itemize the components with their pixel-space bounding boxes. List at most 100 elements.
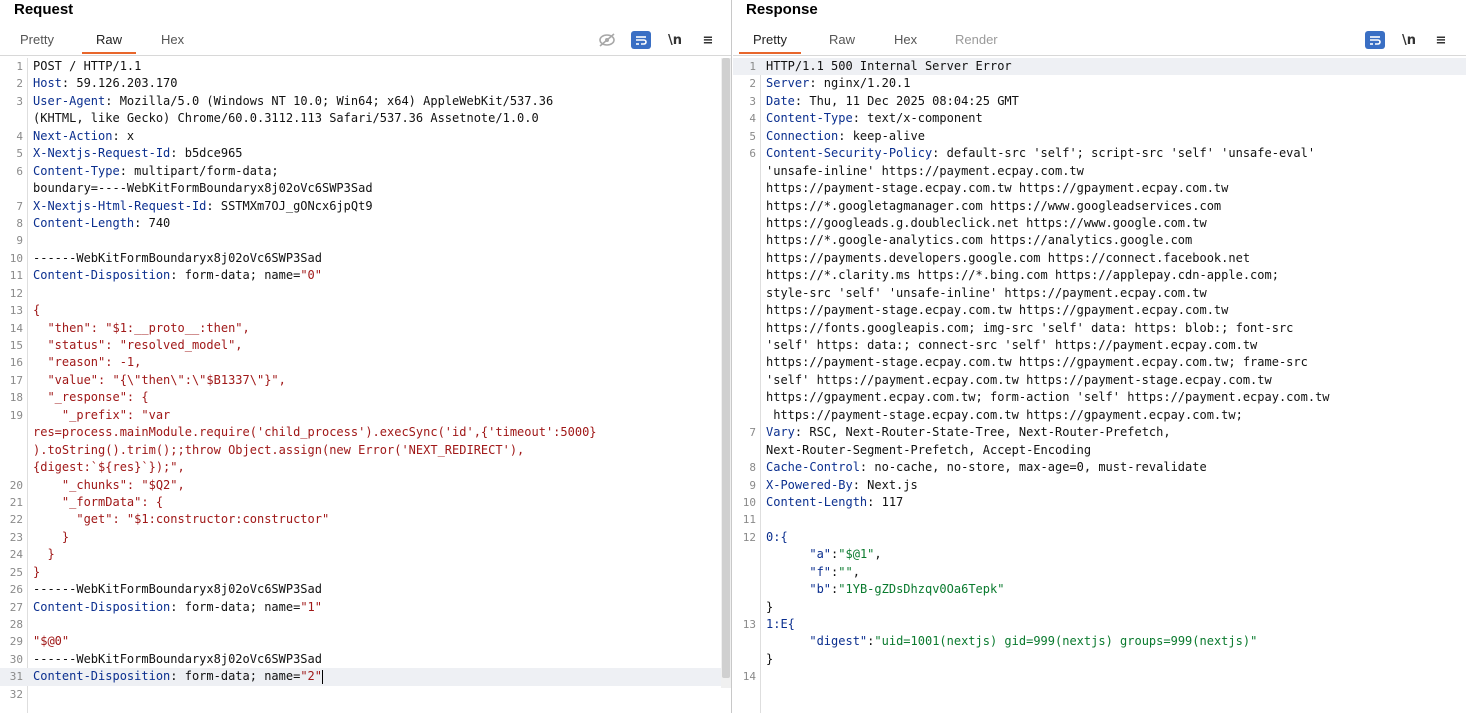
newline-toggle-icon[interactable]: \n xyxy=(665,31,685,49)
code-line[interactable]: (KHTML, like Gecko) Chrome/60.0.3112.113… xyxy=(0,110,731,127)
code-line[interactable]: https://gpayment.ecpay.com.tw; form-acti… xyxy=(733,389,1466,406)
code-line[interactable]: } xyxy=(733,651,1466,668)
code-line[interactable]: 17 "value": "{\"then\":\"$B1337\"}", xyxy=(0,372,731,389)
hide-nonprintable-icon[interactable] xyxy=(597,31,617,49)
request-title: Request xyxy=(14,1,74,18)
tab-hex[interactable]: Hex xyxy=(161,32,184,47)
code-line[interactable]: 16 "reason": -1, xyxy=(0,354,731,371)
code-line[interactable]: https://googleads.g.doubleclick.net http… xyxy=(733,215,1466,232)
header-name: Content-Type xyxy=(33,163,120,178)
code-line[interactable]: boundary=----WebKitFormBoundaryx8j02oVc6… xyxy=(0,180,731,197)
code-line[interactable]: 30 ------WebKitFormBoundaryx8j02oVc6SWP3S… xyxy=(0,651,731,668)
code-line[interactable]: "f":"", xyxy=(733,564,1466,581)
code-line[interactable]: 20 "_chunks": "$Q2", xyxy=(0,477,731,494)
request-editor[interactable]: 1 POST / HTTP/1.1 2 Host: 59.126.203.170 3 Us… xyxy=(0,58,731,713)
code-line[interactable]: 27 Content-Disposition: form-data; name="… xyxy=(0,599,731,616)
code-line[interactable]: 21 "_formData": { xyxy=(0,494,731,511)
text-token: https://googleads.g.doubleclick.net http… xyxy=(766,215,1207,230)
wrap-lines-icon[interactable] xyxy=(1365,31,1385,49)
tab-raw[interactable]: Raw xyxy=(829,32,855,47)
code-line[interactable]: "a":"$@1", xyxy=(733,546,1466,563)
code-line[interactable]: 32 xyxy=(0,686,731,703)
code-line[interactable]: 8 Cache-Control: no-cache, no-store, max-… xyxy=(733,459,1466,476)
code-line[interactable]: 2 Host: 59.126.203.170 xyxy=(0,75,731,92)
code-line[interactable]: https://*.google-analytics.com https://a… xyxy=(733,232,1466,249)
code-line[interactable]: 5 Connection: keep-alive xyxy=(733,128,1466,145)
tab-render[interactable]: Render xyxy=(955,32,998,47)
code-line[interactable]: 'self' https://payment.ecpay.com.tw http… xyxy=(733,372,1466,389)
code-line[interactable]: 7 X-Nextjs-Html-Request-Id: SSTMXm7OJ_gON… xyxy=(0,198,731,215)
code-line[interactable]: 4 Content-Type: text/x-component xyxy=(733,110,1466,127)
menu-icon[interactable]: ≡ xyxy=(1431,31,1451,49)
code-line[interactable]: https://payments.developers.google.com h… xyxy=(733,250,1466,267)
code-line[interactable]: "b":"1YB-gZDsDhzqv0Oa6Tepk" xyxy=(733,581,1466,598)
code-line[interactable]: https://*.googletagmanager.com https://w… xyxy=(733,198,1466,215)
code-line[interactable]: ).toString().trim();;throw Object.assign… xyxy=(0,442,731,459)
line-text: } xyxy=(33,564,40,581)
code-line[interactable]: 15 "status": "resolved_model", xyxy=(0,337,731,354)
code-line[interactable]: 24 } xyxy=(0,546,731,563)
code-line[interactable]: 2 Server: nginx/1.20.1 xyxy=(733,75,1466,92)
request-scrollbar[interactable] xyxy=(721,58,731,688)
tab-pretty[interactable]: Pretty xyxy=(739,32,801,54)
code-line[interactable]: 28 xyxy=(0,616,731,633)
code-line[interactable]: 3 User-Agent: Mozilla/5.0 (Windows NT 10.… xyxy=(0,93,731,110)
code-line[interactable]: res=process.mainModule.require('child_pr… xyxy=(0,424,731,441)
code-line[interactable]: 22 "get": "$1:constructor:constructor" xyxy=(0,511,731,528)
code-line[interactable]: 3 Date: Thu, 11 Dec 2025 08:04:25 GMT xyxy=(733,93,1466,110)
code-line[interactable]: 6 Content-Security-Policy: default-src 's… xyxy=(733,145,1466,162)
code-line[interactable]: 11 xyxy=(733,511,1466,528)
code-line[interactable]: 4 Next-Action: x xyxy=(0,128,731,145)
code-line[interactable]: https://*.clarity.ms https://*.bing.com … xyxy=(733,267,1466,284)
wrap-lines-icon[interactable] xyxy=(631,31,651,49)
code-line[interactable]: 29 "$@0" xyxy=(0,633,731,650)
code-line[interactable]: 14 "then": "$1:__proto__:then", xyxy=(0,320,731,337)
response-editor[interactable]: 1 HTTP/1.1 500 Internal Server Error 2 Serv… xyxy=(733,58,1466,713)
header-name: Cache-Control xyxy=(766,460,860,475)
request-scrollbar-thumb[interactable] xyxy=(722,58,730,678)
code-line[interactable]: https://payment-stage.ecpay.com.tw https… xyxy=(733,302,1466,319)
line-text: Content-Security-Policy: default-src 'se… xyxy=(766,145,1315,162)
newline-toggle-icon[interactable]: \n xyxy=(1399,31,1419,49)
code-line[interactable]: "digest":"uid=1001(nextjs) gid=999(nextj… xyxy=(733,633,1466,650)
code-line[interactable]: 9 xyxy=(0,232,731,249)
code-line[interactable]: 11 Content-Disposition: form-data; name="… xyxy=(0,267,731,284)
tab-raw[interactable]: Raw xyxy=(81,32,137,54)
code-line[interactable]: {digest:`${res}`});", xyxy=(0,459,731,476)
code-line[interactable]: } xyxy=(733,599,1466,616)
code-line[interactable]: 12 xyxy=(0,285,731,302)
code-line[interactable]: 'self' https: data:; connect-src 'self' … xyxy=(733,337,1466,354)
code-line[interactable]: 12 0:{ xyxy=(733,529,1466,546)
code-line[interactable]: 26 ------WebKitFormBoundaryx8j02oVc6SWP3S… xyxy=(0,581,731,598)
code-line[interactable]: 14 xyxy=(733,668,1466,685)
code-line[interactable]: style-src 'self' 'unsafe-inline' https:/… xyxy=(733,285,1466,302)
text-token: ------WebKitFormBoundaryx8j02oVc6SWP3Sad xyxy=(33,250,322,265)
code-line[interactable]: 5 X-Nextjs-Request-Id: b5dce965 xyxy=(0,145,731,162)
code-line[interactable]: 1 POST / HTTP/1.1 xyxy=(0,58,731,75)
code-line[interactable]: https://fonts.googleapis.com; img-src 's… xyxy=(733,320,1466,337)
code-line[interactable]: 25} xyxy=(0,564,731,581)
code-line[interactable]: 10 Content-Length: 117 xyxy=(733,494,1466,511)
code-line[interactable]: 31 Content-Disposition: form-data; name="… xyxy=(0,668,731,686)
code-line[interactable]: 10 ------WebKitFormBoundaryx8j02oVc6SWP3S… xyxy=(0,250,731,267)
code-line[interactable]: 13 { xyxy=(0,302,731,319)
code-line[interactable]: 23 } xyxy=(0,529,731,546)
code-line[interactable]: 13 1:E{ xyxy=(733,616,1466,633)
code-line[interactable]: 8 Content-Length: 740 xyxy=(0,215,731,232)
code-line[interactable]: 7 Vary: RSC, Next-Router-State-Tree, Next… xyxy=(733,424,1466,441)
code-line[interactable]: Next-Router-Segment-Prefetch, Accept-Enc… xyxy=(733,442,1466,459)
code-line[interactable]: https://payment-stage.ecpay.com.tw https… xyxy=(733,354,1466,371)
menu-icon[interactable]: ≡ xyxy=(698,31,718,49)
code-line[interactable]: 'unsafe-inline' https://payment.ecpay.co… xyxy=(733,163,1466,180)
code-line[interactable]: 1 HTTP/1.1 500 Internal Server Error xyxy=(733,58,1466,76)
code-line[interactable]: 18 "_response": { xyxy=(0,389,731,406)
code-line[interactable]: 6 Content-Type: multipart/form-data; xyxy=(0,163,731,180)
code-line[interactable]: 9 X-Powered-By: Next.js xyxy=(733,477,1466,494)
code-line[interactable]: https://payment-stage.ecpay.com.tw https… xyxy=(733,407,1466,424)
tab-pretty[interactable]: Pretty xyxy=(20,32,54,47)
text-token: https://payment-stage.ecpay.com.tw https… xyxy=(766,303,1229,318)
tab-hex[interactable]: Hex xyxy=(894,32,917,47)
code-line[interactable]: https://payment-stage.ecpay.com.tw https… xyxy=(733,180,1466,197)
code-line[interactable]: 19 "_prefix": "var xyxy=(0,407,731,424)
line-number: 12 xyxy=(9,286,23,300)
